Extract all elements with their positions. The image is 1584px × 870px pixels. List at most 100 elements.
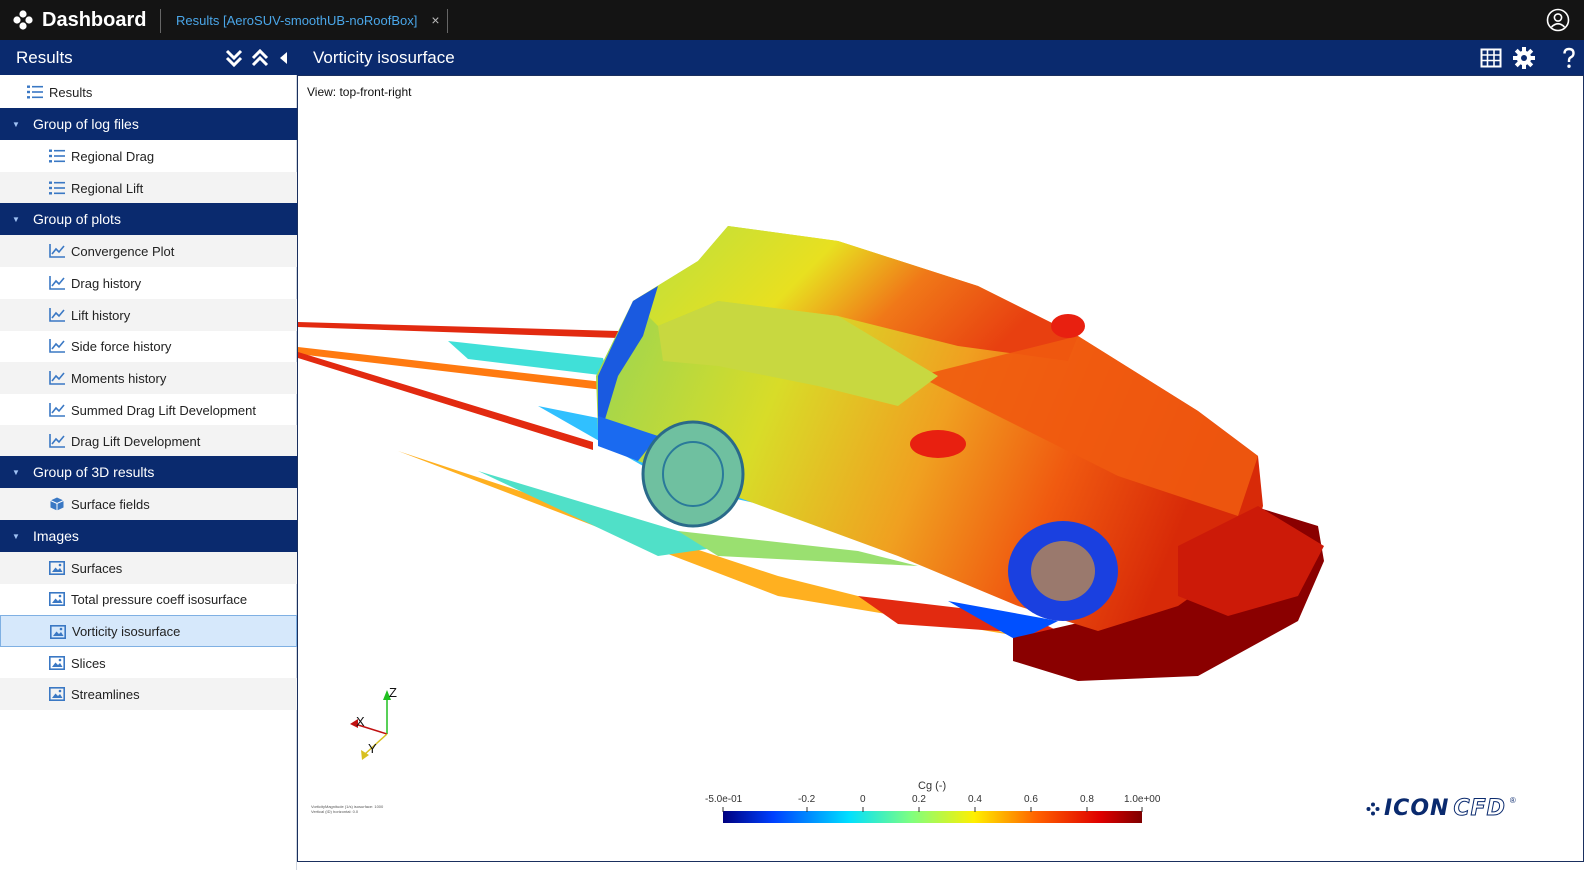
dashboard-logo-icon	[13, 10, 33, 30]
tree-item-label: Surface fields	[71, 496, 150, 512]
tree-item-label: Total pressure coeff isosurface	[71, 591, 248, 607]
image-icon	[50, 625, 66, 639]
tree-item-regional-lift[interactable]: Regional Lift	[0, 172, 297, 204]
colorbar-tick-label: 0	[860, 794, 866, 805]
list-icon	[27, 85, 43, 99]
top-bar: Dashboard Results [AeroSUV-smoothUB-noRo…	[0, 0, 1584, 40]
colorbar-gradient	[723, 811, 1142, 823]
image-icon	[49, 687, 65, 701]
caret-down-icon[interactable]: ▼	[12, 532, 20, 541]
cube-icon	[50, 497, 64, 511]
colorbar-tick-label: 0.4	[968, 794, 982, 805]
line-chart-icon	[49, 276, 65, 290]
logo-text-cfd: CFD	[1453, 796, 1506, 822]
tab-label: Results [AeroSUV-smoothUB-noRoofBox]	[176, 12, 418, 28]
tree-item-drag-history[interactable]: Drag history	[0, 267, 297, 299]
expand-all-icon[interactable]	[225, 48, 243, 68]
tree-group-title: Images	[33, 528, 79, 544]
rear-wheel	[641, 420, 745, 528]
tree-item-label: Results	[49, 84, 93, 100]
line-chart-icon	[49, 308, 65, 322]
caret-down-icon[interactable]: ▼	[12, 215, 20, 224]
front-wheel-rim	[1031, 541, 1095, 601]
line-chart-icon	[49, 339, 65, 353]
colorbar-tick-label: -0.2	[798, 794, 816, 805]
tab-results[interactable]: Results [AeroSUV-smoothUB-noRoofBox] ×	[166, 0, 450, 40]
tree-item-label: Regional Lift	[71, 180, 144, 196]
tree-item-slices[interactable]: Slices	[0, 647, 297, 679]
app-title: Dashboard	[42, 8, 147, 31]
icon-cfd-logo: ICON CFD ®	[1366, 796, 1516, 822]
right-mirror	[1051, 314, 1085, 338]
tree-item-drag-lift-development[interactable]: Drag Lift Development	[0, 425, 297, 457]
tree-item-results-root[interactable]: Results	[0, 76, 297, 108]
collapse-sidebar-icon[interactable]	[277, 50, 289, 66]
results-sidebar: Results ▼ Group of log files Regional Dr…	[0, 75, 297, 870]
axis-label-y: Y	[368, 741, 377, 756]
tree-group-title: Group of plots	[33, 211, 121, 227]
tree-item-surface-fields[interactable]: Surface fields	[0, 488, 297, 520]
sidebar-title: Results	[16, 47, 73, 67]
caret-down-icon[interactable]: ▼	[12, 468, 20, 477]
line-chart-icon	[49, 434, 65, 448]
footnote-line: Vertical (ID) horizontal: 0.0	[311, 809, 359, 814]
colorbar-title: Cg (-)	[918, 780, 947, 792]
tree-item-moments-history[interactable]: Moments history	[0, 362, 297, 394]
tree-group-3d-results[interactable]: ▼ Group of 3D results	[0, 456, 297, 488]
tree-group-plots[interactable]: ▼ Group of plots	[0, 203, 297, 235]
main-header: Vorticity isosurface	[297, 40, 1584, 75]
tree-item-label: Streamlines	[71, 686, 140, 702]
colorbar-tick-label: 0.8	[1080, 794, 1094, 805]
tree-item-streamlines[interactable]: Streamlines	[0, 678, 297, 710]
page-title: Vorticity isosurface	[313, 47, 455, 67]
tree-item-regional-drag[interactable]: Regional Drag	[0, 140, 297, 172]
tree-item-vorticity-isosurface[interactable]: Vorticity isosurface	[0, 615, 297, 647]
colorbar-tick-label: 1.0e+00	[1124, 794, 1161, 805]
close-tab-icon[interactable]: ×	[431, 12, 439, 28]
tree-item-summed-drag-lift[interactable]: Summed Drag Lift Development	[0, 394, 297, 426]
image-icon	[49, 656, 65, 670]
tree-item-label: Surfaces	[71, 560, 123, 576]
tree-item-label: Lift history	[71, 307, 131, 323]
tree-item-label: Regional Drag	[71, 148, 155, 164]
axis-label-z: Z	[389, 685, 397, 700]
logo-text-icon: ICON	[1384, 796, 1450, 821]
tree-item-total-pressure[interactable]: Total pressure coeff isosurface	[0, 583, 297, 615]
vorticity-isosurface-render	[298, 226, 1324, 823]
tree-item-side-force-history[interactable]: Side force history	[0, 330, 297, 362]
tree-item-label: Vorticity isosurface	[72, 623, 181, 639]
tree-group-log-files[interactable]: ▼ Group of log files	[0, 108, 297, 140]
list-icon	[49, 181, 65, 195]
left-mirror	[910, 430, 966, 458]
topbar-divider	[160, 9, 161, 33]
collapse-all-icon[interactable]	[251, 48, 269, 68]
help-icon[interactable]	[1562, 47, 1576, 69]
tree-item-label: Slices	[71, 655, 106, 671]
table-grid-icon[interactable]	[1480, 48, 1502, 68]
line-chart-icon	[49, 371, 65, 385]
tree-item-label: Drag Lift Development	[71, 433, 201, 449]
line-chart-icon	[49, 403, 65, 417]
tree-item-label: Convergence Plot	[71, 243, 175, 259]
logo-mark-icon	[1366, 802, 1380, 815]
colorbar-tick-label: 0.2	[912, 794, 926, 805]
render-footnote: VorticityMagnitude (1/s) isosurface: 100…	[311, 804, 383, 814]
colorbar-tick-label: -5.0e-01	[705, 794, 743, 805]
tree-group-images[interactable]: ▼ Images	[0, 520, 297, 552]
tree-item-label: Summed Drag Lift Development	[71, 402, 256, 418]
image-viewer[interactable]: View: top-front-right Z X Y Cg (-) -5.0e…	[297, 75, 1584, 862]
tree-item-surfaces[interactable]: Surfaces	[0, 552, 297, 584]
tree-item-convergence-plot[interactable]: Convergence Plot	[0, 235, 297, 267]
user-account-icon[interactable]	[1546, 8, 1570, 32]
tree-item-lift-history[interactable]: Lift history	[0, 299, 297, 331]
colorbar-tick-label: 0.6	[1024, 794, 1038, 805]
sidebar-header: Results	[0, 40, 297, 75]
dashboard-home-link[interactable]: Dashboard	[12, 0, 146, 40]
tree-item-label: Moments history	[71, 370, 167, 386]
caret-down-icon[interactable]: ▼	[12, 120, 20, 129]
settings-gear-icon[interactable]	[1512, 46, 1536, 70]
tree-item-label: Drag history	[71, 275, 142, 291]
logo-registered: ®	[1509, 796, 1516, 805]
tab-divider	[447, 9, 448, 33]
tree-group-title: Group of log files	[33, 116, 139, 132]
